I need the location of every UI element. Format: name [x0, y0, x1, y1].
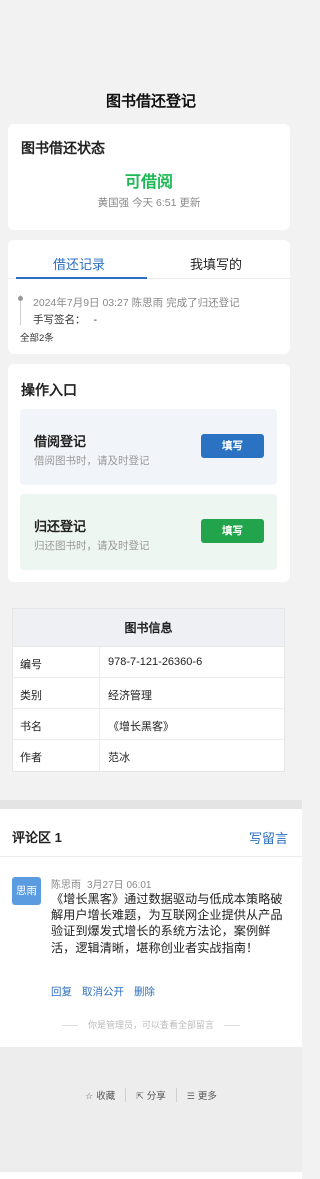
book-info-title: 图书信息 — [13, 609, 284, 647]
return-fill-button[interactable]: 填写 — [201, 519, 264, 543]
timeline-dot-icon — [18, 296, 23, 301]
borrow-entry-name: 借阅登记 — [34, 434, 87, 449]
row-key: 编号 — [20, 659, 42, 671]
record-action: 完成了归还登记 — [166, 297, 240, 309]
records-tabs: 借还记录 我填写的 — [8, 240, 290, 279]
operations-title: 操作入口 — [21, 382, 77, 398]
favorite-label: 收藏 — [96, 1091, 116, 1102]
comment-actions: 回复 取消公开 删除 — [51, 984, 165, 999]
table-row: 编号 978-7-121-26360-6 — [13, 647, 284, 678]
avatar: 思雨 — [12, 877, 41, 905]
more-button[interactable]: ☰ 更多 — [177, 1088, 227, 1102]
section-divider — [0, 800, 302, 809]
share-icon: ⇱ — [136, 1091, 144, 1101]
share-label: 分享 — [146, 1091, 166, 1102]
comment-section: 评论区 1 写留言 思雨 陈思雨 3月27日 06:01 《增长黑客》通过数据驱动… — [0, 809, 302, 1047]
borrow-fill-button[interactable]: 填写 — [201, 434, 264, 458]
row-key: 作者 — [20, 752, 42, 764]
record-summary: 2024年7月9日 03:27 陈思雨 完成了归还登记 — [33, 295, 240, 310]
record-user: 陈思雨 — [131, 297, 164, 309]
bottom-safe-area — [0, 1172, 302, 1179]
row-value: 978-7-121-26360-6 — [108, 656, 203, 668]
row-key: 书名 — [20, 721, 42, 733]
comment-author: 陈思雨 — [51, 880, 81, 891]
return-entry: 归还登记 归还图书时，请及时登记 填写 — [20, 494, 277, 570]
records-card: 借还记录 我填写的 2024年7月9日 03:27 陈思雨 完成了归还登记 手写… — [8, 240, 290, 354]
timeline-item: 2024年7月9日 03:27 陈思雨 完成了归还登记 手写签名： - — [18, 295, 282, 327]
table-row: 类别 经济管理 — [13, 678, 284, 709]
more-icon: ☰ — [186, 1091, 195, 1101]
page-title: 图书借还登记 — [105, 93, 196, 110]
footer-actions: ☆ 收藏 ⇱ 分享 ☰ 更多 — [0, 1088, 302, 1102]
admin-note: 你是管理员，可以查看全部留言 — [0, 1018, 302, 1031]
star-icon: ☆ — [85, 1091, 94, 1101]
share-button[interactable]: ⇱ 分享 — [126, 1088, 177, 1102]
borrow-entry: 借阅登记 借阅图书时，请及时登记 填写 — [20, 409, 277, 485]
table-row: 书名 《增长黑客》 — [13, 709, 284, 740]
record-datetime: 2024年7月9日 03:27 — [33, 297, 129, 309]
tab-borrow-records[interactable]: 借还记录 — [53, 254, 105, 273]
comment-header-divider — [0, 856, 302, 857]
records-total[interactable]: 全部2条 — [20, 330, 54, 344]
tab-my-submissions[interactable]: 我填写的 — [190, 254, 242, 273]
row-value: 范冰 — [108, 752, 130, 764]
row-key: 类别 — [20, 690, 42, 702]
active-tab-indicator — [16, 277, 147, 279]
status-updated-suffix: 更新 — [179, 197, 201, 209]
record-signature: 手写签名： - — [33, 312, 105, 327]
comment-header: 评论区 1 — [12, 830, 62, 845]
unpublish-link[interactable]: 取消公开 — [82, 986, 124, 998]
footer-bar: ☆ 收藏 ⇱ 分享 ☰ 更多 — [0, 1047, 302, 1172]
comment-meta: 陈思雨 3月27日 06:01 — [51, 876, 158, 891]
table-row: 作者 范冰 — [13, 740, 284, 771]
book-info-table: 图书信息 编号 978-7-121-26360-6 类别 经济管理 书名 《增长… — [12, 608, 285, 772]
status-card-title: 图书借还状态 — [21, 140, 105, 156]
delete-link[interactable]: 删除 — [134, 986, 155, 998]
status-updated: 黄国强 今天 6:51 更新 — [8, 195, 290, 210]
signature-label: 手写签名： — [33, 314, 86, 326]
write-comment-link[interactable]: 写留言 — [249, 828, 288, 847]
status-value: 可借阅 — [124, 174, 173, 191]
more-label: 更多 — [197, 1091, 217, 1102]
row-value: 经济管理 — [108, 690, 152, 702]
return-entry-name: 归还登记 — [34, 519, 87, 534]
return-entry-desc: 归还图书时，请及时登记 — [34, 540, 150, 552]
borrow-entry-desc: 借阅图书时，请及时登记 — [34, 455, 150, 467]
favorite-button[interactable]: ☆ 收藏 — [75, 1088, 127, 1102]
operations-card: 操作入口 借阅登记 借阅图书时，请及时登记 填写 归还登记 归还图书时，请及时登… — [8, 364, 290, 582]
row-value: 《增长黑客》 — [108, 721, 174, 733]
comment-time: 3月27日 06:01 — [87, 880, 152, 891]
status-card: 图书借还状态 可借阅 黄国强 今天 6:51 更新 — [8, 124, 290, 230]
reply-link[interactable]: 回复 — [51, 986, 72, 998]
status-updated-by: 黄国强 — [97, 197, 130, 209]
signature-value: - — [93, 314, 98, 326]
status-updated-time: 今天 6:51 — [132, 197, 177, 209]
comment-body: 《增长黑客》通过数据驱动与低成本策略破解用户增长难题，为互联网企业提供从产品验证… — [51, 892, 283, 955]
